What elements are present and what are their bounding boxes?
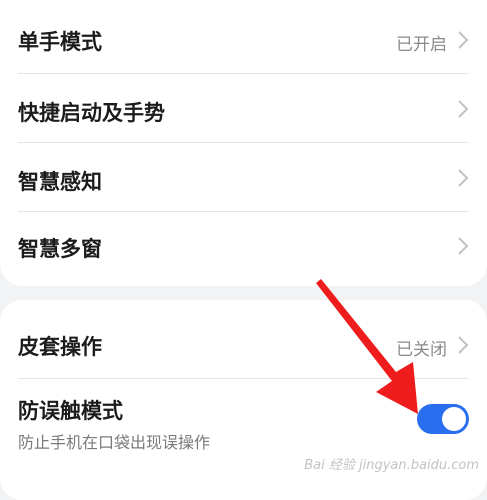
single-hand-mode-row[interactable]: 单手模式 已开启 xyxy=(0,0,487,72)
quick-launch-gestures-row[interactable]: 快捷启动及手势 xyxy=(0,74,487,142)
smart-perception-row[interactable]: 智慧感知 xyxy=(0,143,487,211)
row-title: 单手模式 xyxy=(18,30,102,54)
accidental-touch-toggle[interactable] xyxy=(417,404,469,434)
chevron-right-icon xyxy=(458,237,469,255)
row-status-value: 已开启 xyxy=(396,35,447,55)
watermark: Bai 经验 jingyan.baidu.com xyxy=(304,458,479,473)
chevron-right-icon xyxy=(458,31,469,49)
row-title: 皮套操作 xyxy=(18,335,102,359)
row-status-value: 已关闭 xyxy=(396,340,447,360)
chevron-right-icon xyxy=(458,169,469,187)
row-title: 防误触模式 xyxy=(18,399,123,423)
row-title: 快捷启动及手势 xyxy=(18,101,165,125)
smart-multi-window-row[interactable]: 智慧多窗 xyxy=(0,212,487,282)
row-title: 智慧多窗 xyxy=(18,237,102,261)
row-title: 智慧感知 xyxy=(18,170,102,194)
chevron-right-icon xyxy=(458,336,469,354)
toggle-knob xyxy=(442,407,466,431)
row-subtitle: 防止手机在口袋出现误操作 xyxy=(18,433,211,452)
case-operation-row[interactable]: 皮套操作 已关闭 xyxy=(0,302,487,378)
chevron-right-icon xyxy=(458,100,469,118)
